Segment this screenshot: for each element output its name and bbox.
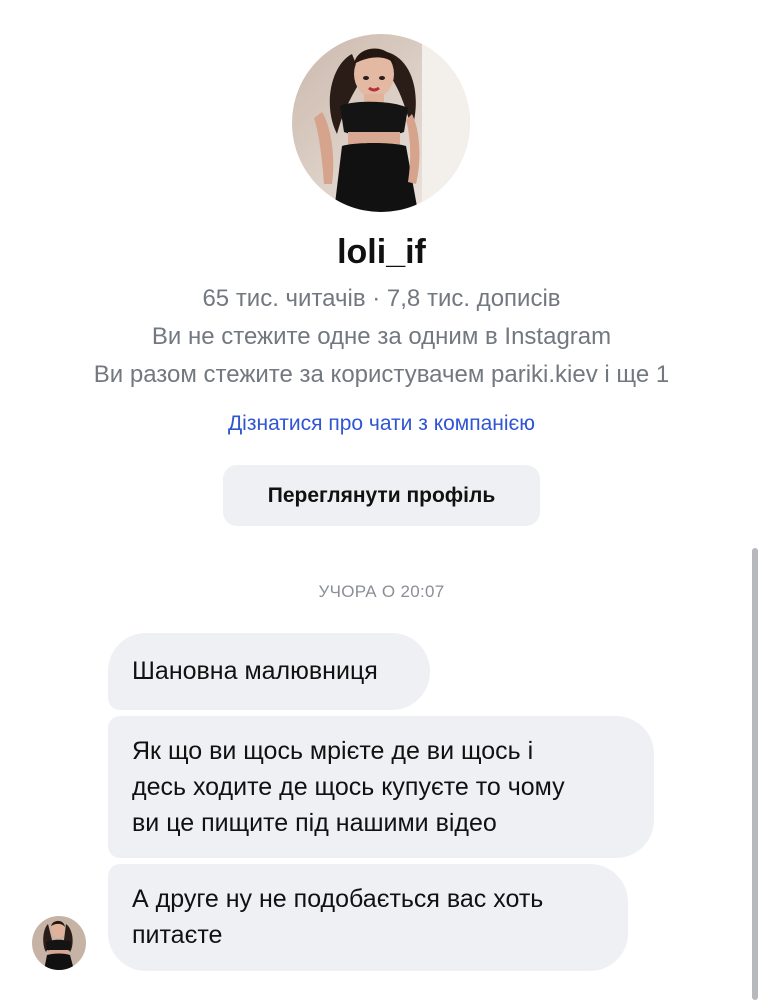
message-bubble[interactable]: Шановна малювниця <box>108 633 430 710</box>
view-profile-button[interactable]: Переглянути профіль <box>223 465 540 526</box>
mutual-followers: Ви разом стежите за користувачем pariki.… <box>93 361 670 388</box>
follow-status: Ви не стежите одне за одним в Instagram <box>151 323 612 350</box>
sender-avatar[interactable] <box>32 916 86 970</box>
message-text-line: А друге ну не подобається вас хоть <box>132 885 544 913</box>
profile-stats: 65 тис. читачів · 7,8 тис. дописів <box>202 285 561 312</box>
message-text-line: Як що ви щось мрієте де ви щось і <box>132 737 534 765</box>
business-chat-link[interactable]: Дізнатися про чати з компанією <box>0 409 763 439</box>
message-text-line: ви це пищите під нашими відео <box>132 809 497 837</box>
profile-photo-icon <box>292 34 470 212</box>
message-text-line: питаєте <box>132 921 223 949</box>
profile-avatar[interactable] <box>292 34 470 212</box>
message-text-line: десь ходите де щось купуєте то чому <box>132 773 565 801</box>
username: loli_if <box>337 233 426 271</box>
profile-photo-icon <box>32 916 86 970</box>
message-text-line: Шановна малювниця <box>132 657 378 685</box>
message-bubble[interactable]: А друге ну не подобається вас хоть питає… <box>108 864 628 971</box>
message-bubble[interactable]: Як що ви щось мрієте де ви щось і десь х… <box>108 716 654 858</box>
scrollbar[interactable] <box>752 548 758 1000</box>
message-timestamp: УЧОРА О 20:07 <box>318 582 445 601</box>
